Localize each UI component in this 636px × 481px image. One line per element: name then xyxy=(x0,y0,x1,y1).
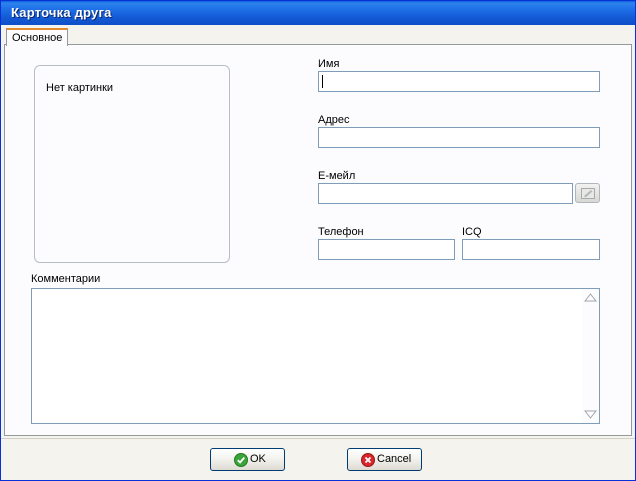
ok-button-label: OK xyxy=(250,453,266,465)
email-action-button[interactable] xyxy=(575,183,600,203)
email-field[interactable] xyxy=(318,183,573,204)
cross-icon xyxy=(361,453,375,467)
photo-placeholder-text: Нет картинки xyxy=(46,82,114,94)
ok-button[interactable]: OK xyxy=(210,448,285,471)
cancel-button[interactable]: Cancel xyxy=(347,448,422,471)
tab-general[interactable]: Основное xyxy=(6,28,69,46)
tab-strip: Основное xyxy=(3,25,635,46)
check-icon xyxy=(234,453,248,467)
phone-label: Телефон xyxy=(318,226,364,238)
address-field[interactable] xyxy=(318,127,600,148)
photo-box[interactable]: Нет картинки xyxy=(34,65,230,263)
comments-field[interactable] xyxy=(31,288,600,424)
comments-label: Комментарии xyxy=(31,273,101,285)
cancel-button-label: Cancel xyxy=(377,453,412,465)
name-label: Имя xyxy=(318,58,340,70)
scroll-down-icon[interactable] xyxy=(583,407,598,422)
dialog-button-bar: OK Cancel xyxy=(1,438,635,480)
pencil-icon xyxy=(581,188,595,199)
title-bar[interactable]: Карточка друга xyxy=(1,1,635,25)
comments-scrollbar[interactable] xyxy=(582,289,599,423)
window-title: Карточка друга xyxy=(11,5,112,20)
icq-label: ICQ xyxy=(462,226,482,238)
friend-card-window: Карточка друга Основное Нет картинки Имя… xyxy=(0,0,636,481)
text-caret xyxy=(322,75,323,88)
name-field[interactable] xyxy=(318,71,600,92)
phone-field[interactable] xyxy=(318,239,455,260)
email-label: E-мейл xyxy=(318,170,356,182)
address-label: Адрес xyxy=(318,114,350,126)
tab-panel-general: Нет картинки Имя Адрес E-мейл Телефон IC… xyxy=(4,44,632,436)
scroll-up-icon[interactable] xyxy=(583,290,598,305)
icq-field[interactable] xyxy=(462,239,600,260)
